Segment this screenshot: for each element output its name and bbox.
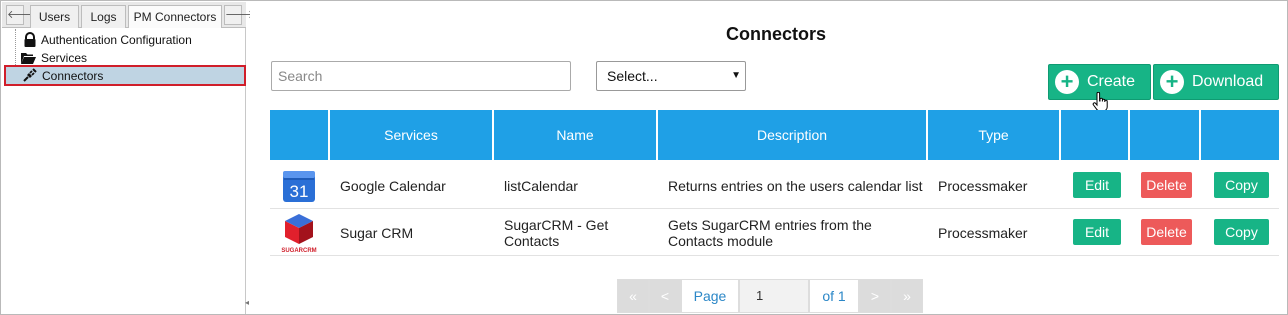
- connector-name: listCalendar: [504, 177, 578, 194]
- connector-name: SugarCRM - Get Contacts: [504, 216, 609, 249]
- column-header-edit: [1061, 110, 1130, 160]
- main-panel: Connectors Select... ▼ + Create + Downlo…: [250, 2, 1287, 314]
- column-header-icon: [270, 110, 330, 160]
- sugarcrm-icon: SUGARCRM: [270, 209, 328, 256]
- table-row: SUGARCRM Sugar CRM SugarCRM - Get Contac…: [270, 209, 1279, 256]
- download-button[interactable]: + Download: [1153, 64, 1279, 100]
- next-page-button[interactable]: >: [859, 279, 891, 313]
- folder-open-icon: [21, 53, 36, 64]
- column-header-copy: [1201, 110, 1279, 160]
- connector-type: Processmaker: [938, 177, 1028, 194]
- sugarcrm-icon: SUGARCRM: [281, 213, 317, 254]
- select-value: Select...: [607, 68, 658, 84]
- name-cell: listCalendar: [504, 162, 664, 209]
- edit-button[interactable]: Edit: [1073, 219, 1121, 245]
- page-title: Connectors: [725, 24, 826, 44]
- google-calendar-icon: 31: [270, 162, 328, 209]
- left-panel: 🡐 Users Logs PM Connectors 🡒 Authenticat…: [2, 2, 255, 314]
- delete-button[interactable]: Delete: [1141, 172, 1192, 198]
- type-cell: Processmaker: [938, 209, 1058, 256]
- delete-button[interactable]: Delete: [1141, 219, 1192, 245]
- connectors-table-header: Services Name Description Type: [270, 110, 1279, 160]
- tree-item-label: Connectors: [42, 69, 104, 83]
- column-header-name[interactable]: Name: [494, 110, 658, 160]
- description-cell: Gets SugarCRM entries from the Contacts …: [668, 209, 928, 256]
- previous-page-button[interactable]: <: [649, 279, 681, 313]
- tree-item-label: Authentication Configuration: [41, 33, 192, 47]
- type-cell: Processmaker: [938, 162, 1058, 209]
- service-cell: Google Calendar: [340, 162, 490, 209]
- service-filter-select[interactable]: Select... ▼: [596, 61, 746, 91]
- tree-item-connectors[interactable]: Connectors: [4, 65, 246, 86]
- sugarcrm-logo-text: SUGARCRM: [281, 248, 316, 254]
- app-window: 🡐 Users Logs PM Connectors 🡒 Authenticat…: [0, 0, 1288, 315]
- table-row: 31 Google Calendar listCalendar Returns …: [270, 162, 1279, 209]
- name-cell: SugarCRM - Get Contacts: [504, 209, 664, 256]
- tab-bar: 🡐 Users Logs PM Connectors 🡒: [2, 2, 255, 28]
- tab-scroll-right-button[interactable]: 🡒: [224, 5, 255, 25]
- tab-users[interactable]: Users: [30, 5, 79, 28]
- lock-icon: [24, 32, 36, 47]
- service-name: Google Calendar: [340, 177, 446, 194]
- description-cell: Returns entries on the users calendar li…: [668, 162, 928, 209]
- plug-icon: [23, 68, 37, 82]
- edit-button[interactable]: Edit: [1073, 172, 1121, 198]
- google-calendar-icon: 31: [283, 170, 315, 202]
- column-header-delete: [1130, 110, 1201, 160]
- column-header-description[interactable]: Description: [658, 110, 928, 160]
- plus-icon: +: [1055, 70, 1079, 94]
- page-label: Page: [681, 279, 739, 313]
- last-page-button[interactable]: »: [891, 279, 923, 313]
- calendar-day-text: 31: [290, 182, 309, 201]
- connector-description: Returns entries on the users calendar li…: [668, 177, 923, 194]
- splitter-handle-icon[interactable]: ◂: [245, 298, 249, 307]
- column-header-type[interactable]: Type: [928, 110, 1061, 160]
- column-header-services[interactable]: Services: [330, 110, 494, 160]
- copy-button[interactable]: Copy: [1214, 219, 1269, 245]
- connector-type: Processmaker: [938, 224, 1028, 241]
- tree-item-authentication-configuration[interactable]: Authentication Configuration: [2, 29, 246, 71]
- service-cell: Sugar CRM: [340, 209, 490, 256]
- hand-cursor-icon: [1092, 92, 1108, 112]
- copy-button[interactable]: Copy: [1214, 172, 1269, 198]
- first-page-button[interactable]: «: [617, 279, 649, 313]
- connector-description: Gets SugarCRM entries from the Contacts …: [668, 216, 872, 249]
- tab-scroll-left-button[interactable]: 🡐: [6, 5, 37, 25]
- tab-pm-connectors[interactable]: PM Connectors: [128, 5, 222, 28]
- service-name: Sugar CRM: [340, 224, 414, 241]
- search-input[interactable]: [271, 61, 571, 91]
- tab-logs[interactable]: Logs: [81, 5, 126, 28]
- chevron-down-icon: ▼: [731, 70, 741, 81]
- download-button-label: Download: [1192, 73, 1264, 90]
- page-number-input[interactable]: 1: [739, 279, 809, 313]
- plus-icon: +: [1160, 70, 1184, 94]
- page-count-label: of 1: [809, 279, 859, 313]
